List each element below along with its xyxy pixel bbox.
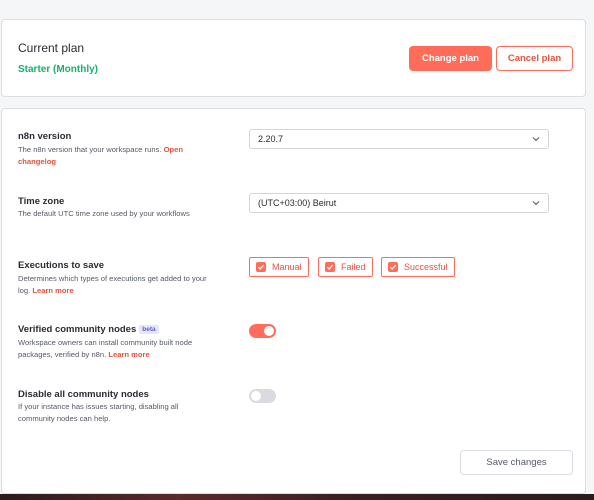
window-bottom-strip [0,494,594,500]
disable-all-desc: If your instance has issues starting, di… [18,402,179,423]
timezone-select-value: (UTC+03:00) Beirut [258,198,337,208]
chevron-down-icon [532,201,540,206]
save-changes-button[interactable]: Save changes [460,450,573,475]
version-desc: The n8n version that your workspace runs… [18,144,208,168]
disable-all-title: Disable all community nodes [18,389,149,400]
verified-nodes-toggle[interactable] [249,324,276,338]
check-icon [388,262,398,272]
timezone-desc: The default UTC time zone used by your w… [18,209,190,218]
toggle-knob [251,391,261,401]
plan-name: Starter (Monthly) [18,64,98,75]
cancel-plan-button[interactable]: Cancel plan [496,46,573,71]
toggle-knob [264,326,274,336]
successful-checkbox-label: Successful [404,262,448,272]
failed-checkbox[interactable]: Failed [318,257,373,277]
verified-learn-more-link[interactable]: Learn more [108,350,149,359]
check-icon [325,262,335,272]
check-icon [256,262,266,272]
manual-checkbox[interactable]: Manual [249,257,309,277]
successful-checkbox[interactable]: Successful [381,257,455,277]
change-plan-button[interactable]: Change plan [409,46,492,71]
version-desc-text: The n8n version that your workspace runs… [18,145,162,154]
executions-learn-more-link[interactable]: Learn more [32,286,73,295]
version-title: n8n version [18,131,72,142]
executions-title: Executions to save [18,260,105,271]
version-select[interactable]: 2.20.7 [249,129,549,149]
plan-card: Current plan Starter (Monthly) Change pl… [1,19,586,97]
verified-desc-text: Workspace owners can install community b… [18,338,193,359]
settings-card: n8n version The n8n version that your wo… [1,108,586,494]
verified-title-text: Verified community nodes [18,324,137,335]
disable-all-toggle[interactable] [249,389,276,403]
timezone-select[interactable]: (UTC+03:00) Beirut [249,193,549,213]
chevron-down-icon [532,137,540,142]
executions-desc: Determines which types of executions get… [18,273,208,297]
failed-checkbox-label: Failed [341,262,366,272]
manual-checkbox-label: Manual [272,262,302,272]
verified-desc: Workspace owners can install community b… [18,337,208,361]
beta-badge: beta [139,325,159,334]
version-select-value: 2.20.7 [258,134,284,144]
timezone-title: Time zone [18,196,65,207]
verified-title: Verified community nodes beta [18,324,159,335]
plan-title: Current plan [18,41,85,55]
